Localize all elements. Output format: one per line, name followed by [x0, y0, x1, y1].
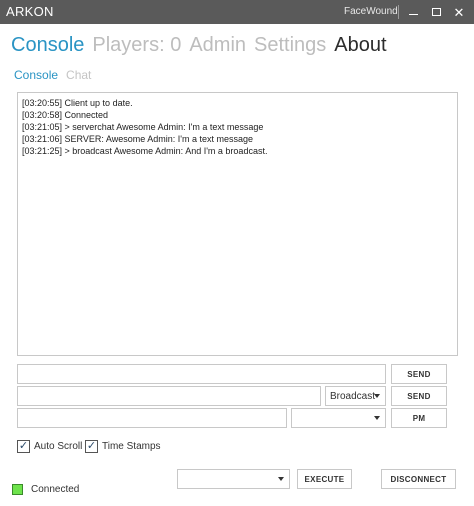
- close-button[interactable]: ✕: [449, 2, 469, 22]
- chevron-down-icon: [374, 416, 380, 420]
- console-line: [03:20:58] Connected: [22, 110, 109, 120]
- tab-admin[interactable]: Admin: [189, 34, 246, 60]
- tab-players[interactable]: Players: 0: [92, 34, 181, 60]
- maximize-button[interactable]: [426, 2, 446, 22]
- status-label: Connected: [31, 484, 80, 495]
- check-icon: ✓: [86, 440, 97, 452]
- disconnect-button[interactable]: DISCONNECT: [381, 469, 456, 489]
- minimize-button[interactable]: [403, 2, 423, 22]
- chevron-down-icon: [278, 477, 284, 481]
- console-line: [03:21:25] > broadcast Awesome Admin: An…: [22, 146, 268, 156]
- connection-status: Connected: [12, 484, 79, 495]
- app-title: ARKON: [6, 4, 54, 19]
- titlebar-divider: [398, 5, 399, 19]
- pm-player-select[interactable]: [291, 408, 386, 428]
- close-icon: ✕: [453, 4, 465, 20]
- execute-command-select[interactable]: [177, 469, 290, 489]
- command-input[interactable]: [17, 364, 386, 384]
- console-line: [03:20:55] Client up to date.: [22, 98, 133, 108]
- send-command-button[interactable]: SEND: [391, 364, 447, 384]
- auto-scroll-option[interactable]: ✓ Auto Scroll: [17, 440, 82, 453]
- pm-input[interactable]: [17, 408, 287, 428]
- message-mode-select[interactable]: Broadcast: [325, 386, 386, 406]
- console-line: [03:21:05] > serverchat Awesome Admin: I…: [22, 122, 264, 132]
- time-stamps-label: Time Stamps: [102, 441, 161, 452]
- status-indicator: [12, 484, 23, 495]
- subtab-chat[interactable]: Chat: [66, 68, 91, 82]
- title-bar: ARKON FaceWound ✕: [0, 0, 474, 24]
- auto-scroll-label: Auto Scroll: [34, 441, 83, 452]
- execute-button[interactable]: EXECUTE: [297, 469, 352, 489]
- sub-tabs: Console Chat: [14, 68, 99, 82]
- main-tabs: Console Players: 0 Admin Settings About: [11, 34, 395, 60]
- console-line: [03:21:06] SERVER: Awesome Admin: I'm a …: [22, 134, 254, 144]
- tab-settings[interactable]: Settings: [254, 34, 326, 60]
- check-icon: ✓: [18, 440, 29, 452]
- broadcast-input[interactable]: [17, 386, 321, 406]
- time-stamps-checkbox[interactable]: ✓: [85, 440, 98, 453]
- time-stamps-option[interactable]: ✓ Time Stamps: [85, 440, 161, 453]
- username-label[interactable]: FaceWound: [344, 6, 398, 17]
- chevron-down-icon: [374, 394, 380, 398]
- send-broadcast-button[interactable]: SEND: [391, 386, 447, 406]
- tab-console[interactable]: Console: [11, 34, 84, 60]
- auto-scroll-checkbox[interactable]: ✓: [17, 440, 30, 453]
- pm-button[interactable]: PM: [391, 408, 447, 428]
- console-output[interactable]: [03:20:55] Client up to date. [03:20:58]…: [17, 92, 458, 356]
- maximize-icon: [431, 8, 441, 16]
- subtab-console[interactable]: Console: [14, 68, 58, 82]
- message-mode-value: Broadcast: [330, 391, 376, 402]
- tab-about[interactable]: About: [334, 34, 386, 60]
- minimize-icon: [408, 13, 418, 15]
